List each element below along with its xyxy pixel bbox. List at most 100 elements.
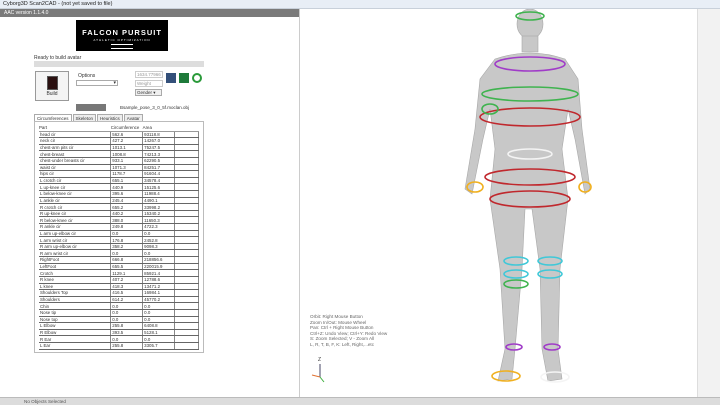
empty-cell bbox=[174, 157, 199, 165]
circumference-cell: 655.1 bbox=[110, 177, 144, 185]
options-dropdown[interactable]: ▾ bbox=[76, 80, 118, 86]
area-cell: 34578.4 bbox=[142, 177, 176, 185]
table-row[interactable]: L arm wrist cir 176.8 2452.8 bbox=[39, 236, 199, 244]
table-row[interactable]: L knee 418.3 13471.2 bbox=[39, 283, 199, 291]
empty-cell bbox=[174, 216, 199, 225]
table-row[interactable]: Nose top 0.0 0.0 bbox=[39, 316, 199, 324]
part-cell: RightFoot bbox=[39, 256, 112, 264]
table-row[interactable]: chest-breast 1008.8 74213.3 bbox=[39, 150, 199, 158]
empty-cell bbox=[174, 164, 199, 172]
table-row[interactable]: LeftFoot 655.5 220015.9 bbox=[39, 263, 199, 271]
part-cell: R crotch cir bbox=[39, 203, 112, 211]
table-row[interactable]: R Ear 0.0 0.0 bbox=[39, 335, 199, 343]
area-cell: 91604.4 bbox=[142, 170, 176, 178]
gender-dropdown[interactable]: Gender ▾ bbox=[135, 89, 162, 96]
area-cell: 45770.2 bbox=[142, 296, 176, 304]
excel-icon[interactable] bbox=[179, 73, 189, 83]
part-cell: L Elbow bbox=[39, 322, 112, 330]
part-cell: Shoulders Top bbox=[39, 289, 112, 297]
part-cell: neck cir bbox=[39, 137, 112, 145]
empty-cell bbox=[174, 131, 199, 139]
table-row[interactable]: chest-arm pits cir 1013.1 75247.5 bbox=[39, 144, 199, 152]
empty-cell bbox=[174, 223, 199, 231]
build-label: Build bbox=[46, 91, 58, 97]
table-row[interactable]: R arm up-elbow cir 358.2 9098.3 bbox=[39, 243, 199, 251]
tab-heuristics[interactable]: Heuristics bbox=[97, 114, 123, 121]
table-row[interactable]: Shoulders Top 416.5 16984.1 bbox=[39, 289, 199, 297]
table-row[interactable]: R Elbow 393.5 5128.1 bbox=[39, 329, 199, 337]
file-bar bbox=[76, 104, 106, 111]
area-cell: 0.0 bbox=[142, 302, 176, 310]
area-cell: 14267.0 bbox=[142, 137, 176, 145]
circumference-cell: 655.5 bbox=[110, 263, 144, 271]
part-cell: R arm up-elbow cir bbox=[39, 243, 112, 251]
circumference-table-container: Part Circumference Area head cir 562.6 931… bbox=[34, 121, 204, 353]
circumference-cell: 245.4 bbox=[110, 197, 144, 205]
area-cell: 75247.5 bbox=[142, 144, 176, 152]
empty-cell bbox=[174, 342, 199, 350]
table-row[interactable]: R below-knee cir 388.0 11650.3 bbox=[39, 216, 199, 225]
part-cell: Crotch bbox=[39, 269, 112, 277]
table-row[interactable]: L ankle cir 245.4 4490.1 bbox=[39, 197, 199, 205]
3d-viewport[interactable]: Orbit: Right Mouse Button Zoom In/Out: M… bbox=[300, 8, 697, 397]
table-row[interactable]: R crotch cir 655.2 33998.2 bbox=[39, 203, 199, 211]
part-cell: waist cir bbox=[39, 164, 112, 172]
area-cell: 33998.2 bbox=[142, 203, 176, 211]
part-cell: R Ear bbox=[39, 335, 112, 343]
empty-cell bbox=[174, 296, 199, 304]
table-row[interactable]: L Elbow 255.8 6408.8 bbox=[39, 322, 199, 330]
weight-field[interactable]: Weight bbox=[135, 80, 163, 87]
part-cell: LeftFoot bbox=[39, 263, 112, 271]
table-row[interactable]: R arm wrist cir 0.0 0.0 bbox=[39, 249, 199, 258]
empty-cell bbox=[174, 230, 199, 238]
part-cell: R below-knee cir bbox=[39, 216, 112, 225]
refresh-icon[interactable] bbox=[192, 73, 202, 83]
area-cell: 16984.1 bbox=[142, 289, 176, 297]
table-row[interactable]: L below-knee cir 395.6 11988.4 bbox=[39, 190, 199, 198]
part-cell: R knee bbox=[39, 276, 112, 284]
build-button[interactable]: Build bbox=[35, 71, 69, 101]
falcon-pursuit-logo: FALCON PURSUIT ATHLETIC OPTIMIZATION bbox=[76, 20, 168, 51]
table-row[interactable]: hips cir 1178.7 91604.4 bbox=[39, 170, 199, 178]
table-row[interactable]: R ankle cir 249.8 4722.3 bbox=[39, 223, 199, 231]
table-row[interactable]: neck cir 427.2 14267.0 bbox=[39, 137, 199, 145]
table-row[interactable]: waist cir 1071.3 84251.7 bbox=[39, 164, 199, 172]
empty-cell bbox=[174, 263, 199, 271]
tab-circumferences[interactable]: Circumferences bbox=[34, 114, 72, 121]
area-cell: 0.0 bbox=[142, 316, 176, 324]
tab-avatar[interactable]: Avatar bbox=[123, 114, 143, 121]
table-row[interactable]: RightFoot 666.8 218856.6 bbox=[39, 256, 199, 264]
circumference-cell: 1178.7 bbox=[110, 170, 144, 178]
area-cell: 0.0 bbox=[142, 230, 176, 238]
status-bar: No Objects Selected bbox=[0, 397, 720, 405]
table-row[interactable]: R knee 407.2 12788.6 bbox=[39, 276, 199, 284]
empty-cell bbox=[174, 190, 199, 198]
table-row[interactable]: L crotch cir 655.1 34578.4 bbox=[39, 177, 199, 185]
table-row[interactable]: Crotch 1129.1 85921.4 bbox=[39, 269, 199, 277]
height-field[interactable]: 1634.77966 bbox=[135, 71, 163, 78]
table-row[interactable]: Nose tip 0.0 0.0 bbox=[39, 309, 199, 317]
circumference-cell: 427.2 bbox=[110, 137, 144, 145]
part-cell: Nose top bbox=[39, 316, 112, 324]
tab-skeleton[interactable]: Skeleton bbox=[72, 114, 97, 121]
table-row[interactable]: R up-knee cir 440.2 15340.2 bbox=[39, 210, 199, 218]
part-cell: Chin bbox=[39, 302, 112, 310]
table-row[interactable]: L up-knee cir 440.9 15125.6 bbox=[39, 183, 199, 191]
circumference-cell: 440.9 bbox=[110, 183, 144, 191]
table-row[interactable]: head cir 562.6 93118.8 bbox=[39, 131, 199, 139]
part-cell: R up-knee cir bbox=[39, 210, 112, 218]
col-circumference[interactable]: Circumference bbox=[110, 125, 143, 132]
table-row[interactable]: Shoulders 614.2 45770.2 bbox=[39, 296, 199, 304]
circumference-cell: 0.0 bbox=[110, 302, 144, 310]
avatar-icon bbox=[47, 76, 58, 90]
save-icon[interactable] bbox=[166, 73, 176, 83]
area-cell: 220015.9 bbox=[142, 263, 176, 271]
axis-gizmo bbox=[311, 364, 325, 383]
empty-cell bbox=[174, 302, 199, 310]
empty-cell bbox=[174, 170, 199, 178]
table-row[interactable]: L Ear 255.8 3305.7 bbox=[39, 342, 199, 350]
table-row[interactable]: chest-under breasts cir 933.1 62290.5 bbox=[39, 157, 199, 165]
table-row[interactable]: Chin 0.0 0.0 bbox=[39, 302, 199, 310]
table-row[interactable]: L arm up-elbow cir 0.0 0.0 bbox=[39, 230, 199, 238]
area-cell: 85921.4 bbox=[142, 269, 176, 277]
